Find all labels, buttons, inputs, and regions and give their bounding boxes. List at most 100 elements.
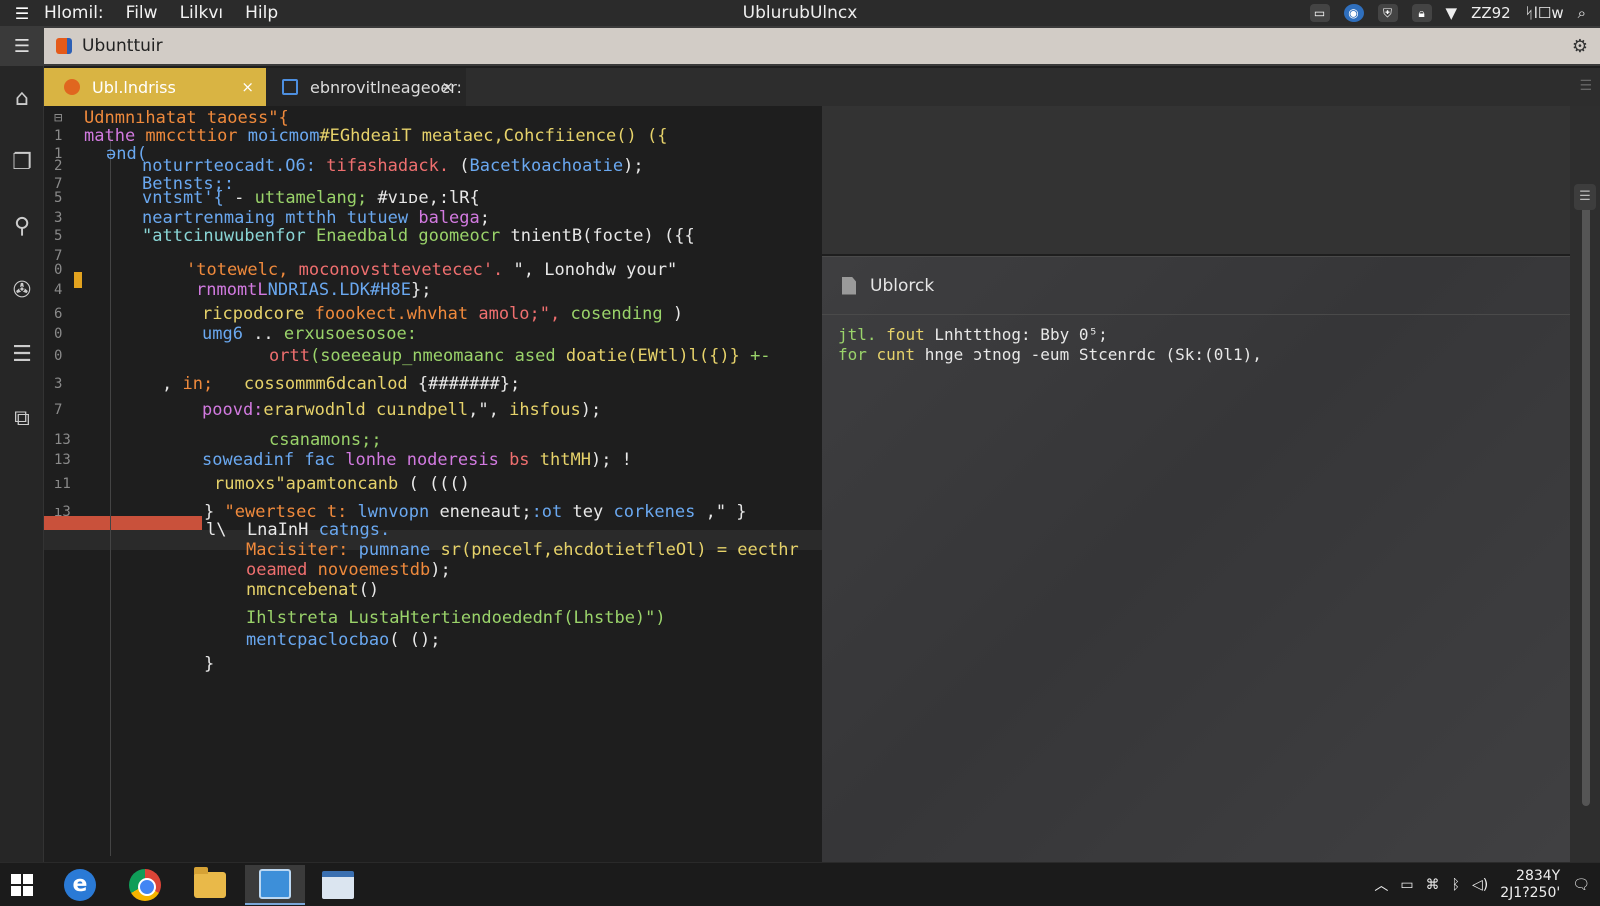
code-token: nmcncebenat bbox=[246, 580, 359, 600]
document-icon bbox=[842, 276, 856, 295]
screen-icon[interactable]: ▭ bbox=[1309, 4, 1330, 22]
tab-label: Ubl.lndriss bbox=[92, 77, 176, 97]
code-token: 'totewelc, bbox=[186, 260, 299, 280]
code-text: , in; cossommm6dcanlod {#######}; bbox=[162, 372, 520, 396]
code-text: nmcncebenat() bbox=[246, 578, 379, 602]
code-line[interactable]: Ihlstreta LustaHtertiendoedednf(Lhstbe)"… bbox=[44, 606, 822, 630]
code-token: ( (); bbox=[389, 630, 441, 650]
code-token: ) bbox=[672, 304, 684, 324]
close-tab-icon[interactable]: × bbox=[441, 78, 454, 96]
menu-item-home[interactable]: Hlomil: bbox=[44, 3, 104, 23]
line-number: 0 bbox=[54, 326, 63, 342]
menu-item-view[interactable]: Lilkvı bbox=[180, 3, 224, 23]
output-token: Lnhttthog: Bby 0⁵; bbox=[934, 325, 1108, 344]
taskbar: e ︿ ▭ ⌘ ᛒ ◁) 2834Y 2J1?250' 🗨︎ bbox=[0, 862, 1600, 906]
code-token: soweadinf fac bbox=[202, 450, 346, 470]
document-app-icon bbox=[322, 871, 354, 899]
code-text: poovd:erarwodnld cuındpell,", ihsfous); bbox=[202, 398, 601, 422]
code-text: soweadinf fac lonhe noderesis bs thtMH);… bbox=[202, 448, 632, 472]
taskbar-browser-edge[interactable]: e bbox=[50, 865, 110, 905]
code-line[interactable]: } bbox=[44, 652, 822, 676]
list-icon[interactable]: ☰ bbox=[0, 322, 44, 386]
code-token: doatie(EWtl)l({)} bbox=[565, 346, 751, 366]
code-token: sr(pnecelf,ehcdotietfleOl) = eecthr bbox=[440, 540, 799, 560]
code-token: erarwodnld cuındpell bbox=[263, 400, 469, 420]
display-icon[interactable]: ▭ bbox=[1400, 877, 1413, 893]
tab-overflow-icon[interactable]: ☰ bbox=[1579, 78, 1592, 94]
output-token: cunt bbox=[876, 345, 925, 364]
chrome-browser-icon bbox=[129, 869, 161, 901]
bluetooth-icon[interactable]: ᛒ bbox=[1452, 877, 1460, 893]
menu-item-file[interactable]: Filw bbox=[126, 3, 158, 23]
code-editor[interactable]: ⊟ Udnmnıhatat taoess"{1 mathe mmccttior mo… bbox=[44, 106, 822, 862]
folder-icon bbox=[194, 867, 226, 898]
code-token: NDRIAS.LDK#H8E bbox=[267, 280, 411, 300]
chevron-up-icon[interactable]: ︿ bbox=[1374, 875, 1388, 895]
editor-tab-bar: Ubl.lndriss × ebnrovitlneageoer: × ☰ bbox=[44, 68, 1600, 106]
output-panel-header: Ublorck bbox=[822, 257, 1570, 315]
line-number: 3 bbox=[54, 376, 63, 392]
home-icon[interactable]: ⌂ bbox=[0, 66, 44, 130]
network-icon[interactable]: ◉ bbox=[1343, 4, 1364, 22]
hamburger-menu-icon[interactable]: ☰ bbox=[0, 26, 44, 66]
taskbar-file-explorer[interactable] bbox=[180, 865, 240, 905]
code-token: vntsmt'{ bbox=[142, 188, 235, 208]
debug-icon[interactable]: ✇ bbox=[0, 258, 44, 322]
line-number: 13 bbox=[54, 452, 71, 468]
code-token: csanamons;; bbox=[269, 430, 382, 450]
app-menu-icon[interactable]: ☰ bbox=[0, 4, 44, 23]
code-token: #vıᴅe,:lR{ bbox=[377, 188, 480, 208]
search-icon[interactable]: ⚲ bbox=[0, 194, 44, 258]
code-token: ); bbox=[430, 560, 451, 580]
gear-icon[interactable]: ⚙ bbox=[1572, 36, 1588, 57]
code-text: rumoxs"apamtoncanb ( ((() bbox=[214, 472, 470, 496]
code-line[interactable]: 13 soweadinf fac lonhe noderesis bs thtMH… bbox=[44, 448, 822, 472]
code-token: cossommm6dcanlod bbox=[243, 374, 418, 394]
code-token: "attcinuwubenfor bbox=[142, 226, 316, 246]
code-line[interactable]: nmcncebenat() bbox=[44, 578, 822, 602]
code-line[interactable]: ı1 rumoxs"apamtoncanb ( ((() bbox=[44, 472, 822, 496]
code-token: rumoxs"apamtoncanb bbox=[214, 474, 409, 494]
right-scrollbar[interactable]: ☰ bbox=[1570, 106, 1600, 862]
code-line[interactable]: 4 rnmomtLNDRIAS.LDK#H8E}; bbox=[44, 278, 822, 302]
network-icon[interactable]: ⌘ bbox=[1426, 877, 1440, 893]
code-token: poovd: bbox=[202, 400, 264, 420]
code-token: foookect.whvhat bbox=[314, 304, 479, 324]
taskbar-files-app[interactable] bbox=[245, 865, 305, 905]
windows-icon bbox=[11, 874, 33, 896]
output-token: hnge ɔtnog -eum Stcenrdc (Sk:(0l1), bbox=[924, 345, 1262, 364]
code-token: ricpodcore bbox=[202, 304, 315, 324]
code-token: tnientB(focte) ({{ bbox=[510, 226, 695, 246]
clock[interactable]: 2834Y 2J1?250' bbox=[1500, 868, 1560, 902]
wifi-icon[interactable]: ▼ bbox=[1446, 4, 1458, 22]
tab-active-file[interactable]: Ubl.lndriss × bbox=[44, 68, 266, 106]
output-line: jtl. fout Lnhttthog: Bby 0⁵; bbox=[822, 325, 1570, 345]
minimap-toggle-icon[interactable]: ☰ bbox=[1574, 184, 1596, 210]
search-icon[interactable]: ⌕ bbox=[1578, 4, 1586, 22]
preview-pane bbox=[822, 106, 1570, 254]
code-token: , bbox=[162, 374, 183, 394]
output-log: jtl. fout Lnhttthog: Bby 0⁵; for cunt hng… bbox=[822, 315, 1570, 365]
explorer-icon[interactable]: ❐ bbox=[0, 130, 44, 194]
output-token: for bbox=[838, 345, 877, 364]
volume-icon[interactable]: ◁) bbox=[1472, 877, 1488, 893]
code-line[interactable]: 0 umg6 .. erxusoesosoe: bbox=[44, 322, 822, 346]
code-token: Ihlstreta LustaHtertiendoedednf(Lhstbe)"… bbox=[246, 608, 666, 628]
code-line[interactable]: 7 poovd:erarwodnld cuındpell,", ihsfous); bbox=[44, 398, 822, 422]
extensions-icon[interactable]: ⧉ bbox=[0, 386, 44, 450]
output-panel: Ublorck jtl. fout Lnhttthog: Bby 0⁵; for … bbox=[822, 256, 1570, 862]
code-line[interactable]: 0 ortt(soeeeaup_nmeomaanc ased doatie(EWt… bbox=[44, 344, 822, 368]
notifications-icon[interactable]: 🗨︎ bbox=[1572, 877, 1590, 893]
start-button[interactable] bbox=[0, 865, 44, 905]
menu-item-help[interactable]: Hilp bbox=[245, 3, 278, 23]
lock-icon[interactable]: 🔒︎ bbox=[1411, 4, 1432, 22]
shield-icon[interactable]: ⛨ bbox=[1377, 4, 1398, 22]
code-line[interactable]: mentcpaclocbao( (); bbox=[44, 628, 822, 652]
close-tab-icon[interactable]: × bbox=[241, 78, 254, 96]
app-name: Ubunttuir bbox=[82, 36, 163, 56]
code-line[interactable]: 3 , in; cossommm6dcanlod {#######}; bbox=[44, 372, 822, 396]
tab-second-file[interactable]: ebnrovitlneageoer: × bbox=[266, 68, 466, 106]
taskbar-browser-chrome[interactable] bbox=[115, 865, 175, 905]
taskbar-document-app[interactable] bbox=[308, 865, 368, 905]
scrollbar-thumb[interactable] bbox=[1582, 186, 1590, 806]
